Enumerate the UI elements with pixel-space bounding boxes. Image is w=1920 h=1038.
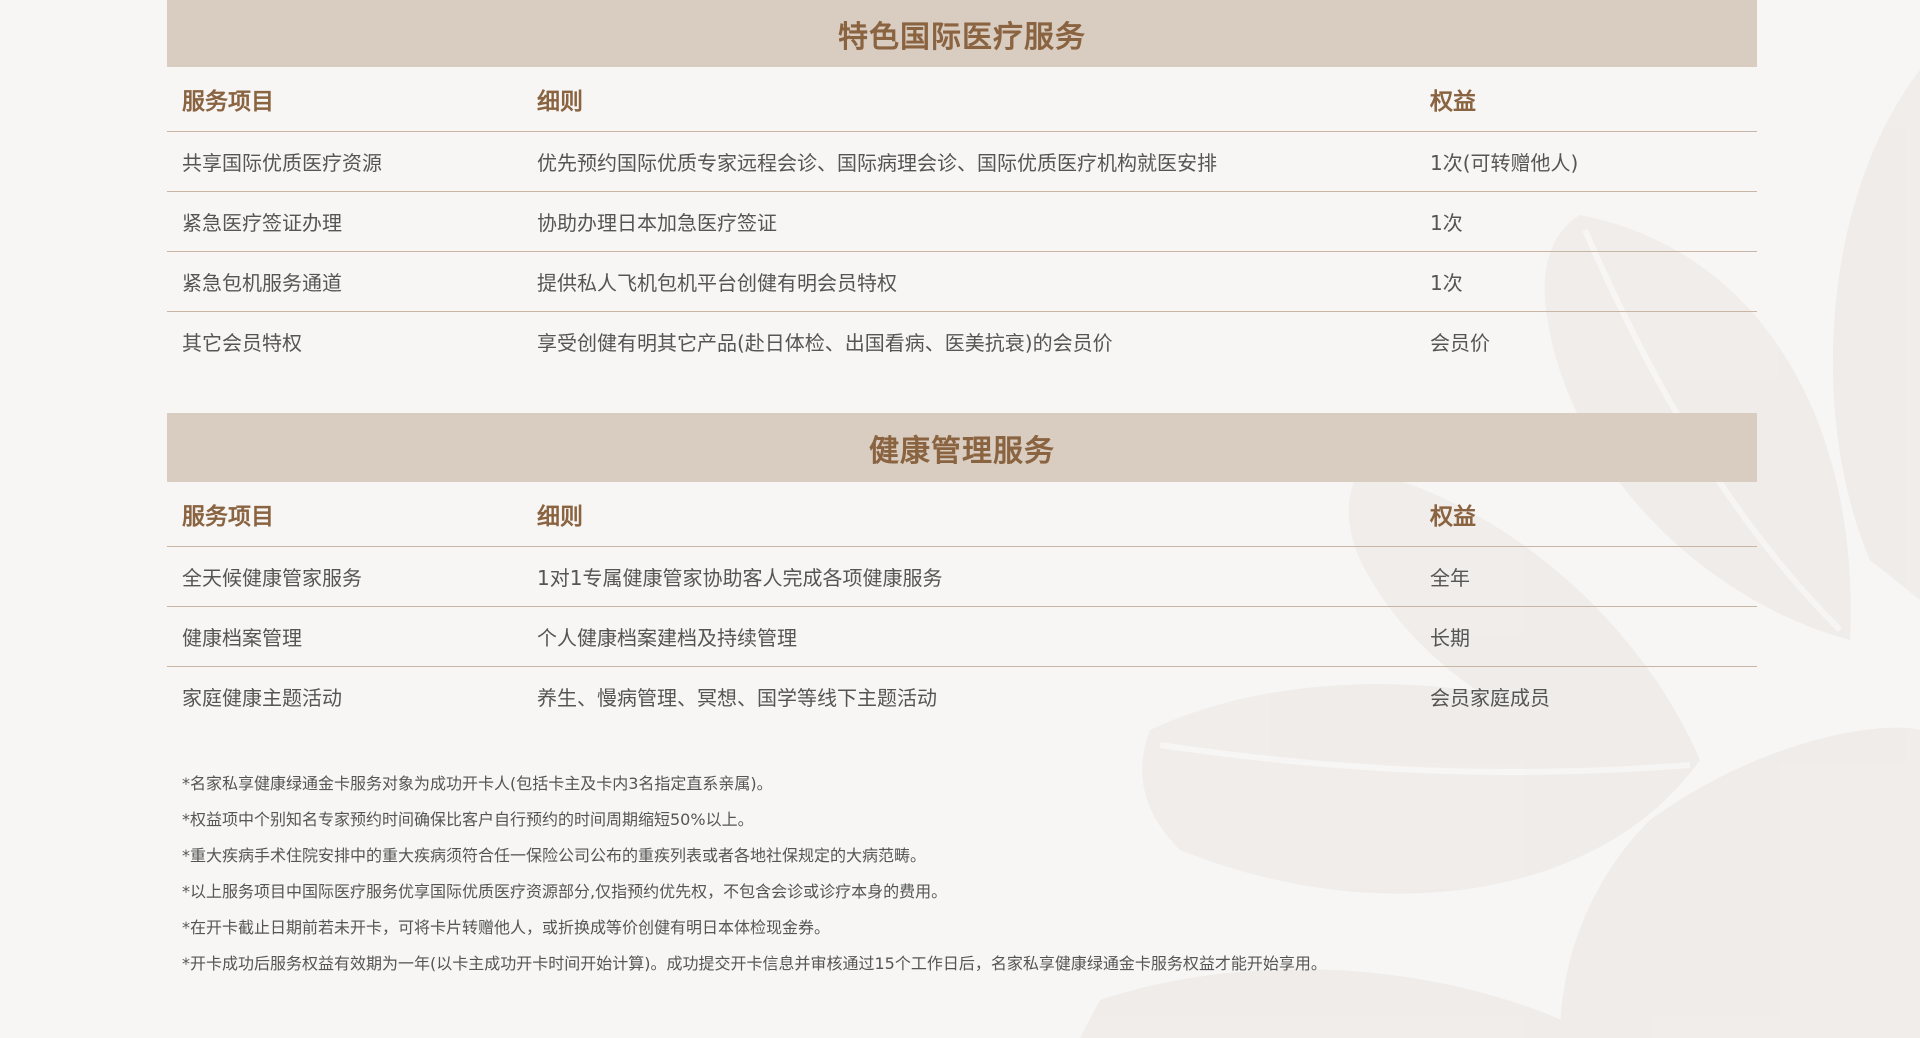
table-header-row: 服务项目 细则 权益: [167, 67, 1757, 132]
header-detail: 细则: [522, 482, 1415, 547]
cell-item: 其它会员特权: [182, 330, 302, 355]
footnote-line: *重大疾病手术住院安排中的重大疾病须符合任一保险公司公布的重疾列表或者各地社保规…: [182, 846, 927, 865]
header-benefit: 权益: [1415, 482, 1757, 547]
cell-item: 紧急医疗签证办理: [167, 191, 522, 252]
section-international-medical: 特色国际医疗服务 服务项目 细则 权益 共享国际优质医疗资源 优先预约国际优质专…: [167, 0, 1757, 371]
table-row: 共享国际优质医疗资源 优先预约国际优质专家远程会诊、国际病理会诊、国际优质医疗机…: [167, 131, 1757, 192]
cell-benefit: 会员家庭成员: [1430, 685, 1550, 710]
header-item: 服务项目: [167, 67, 522, 132]
section-title: 健康管理服务: [869, 433, 1055, 469]
cell-benefit: 1次: [1415, 251, 1757, 312]
table-header-row: 服务项目 细则 权益: [167, 482, 1757, 547]
footnote-line: *以上服务项目中国际医疗服务优享国际优质医疗资源部分,仅指预约优先权，不包含会诊…: [182, 882, 948, 901]
content: 特色国际医疗服务 服务项目 细则 权益 共享国际优质医疗资源 优先预约国际优质专…: [167, 0, 1757, 982]
table-row: 家庭健康主题活动 养生、慢病管理、冥想、国学等线下主题活动 会员家庭成员: [167, 666, 1757, 726]
service-table: 服务项目 细则 权益 全天候健康管家服务 1对1专属健康管家协助客人完成各项健康…: [167, 482, 1757, 726]
section-title-banner: 特色国际医疗服务: [167, 0, 1757, 67]
cell-detail: 协助办理日本加急医疗签证: [522, 191, 1415, 252]
page: 特色国际医疗服务 服务项目 细则 权益 共享国际优质医疗资源 优先预约国际优质专…: [0, 0, 1920, 1038]
table-row: 健康档案管理 个人健康档案建档及持续管理 长期: [167, 606, 1757, 667]
section-health-management: 健康管理服务 服务项目 细则 权益 全天候健康管家服务 1对1专属健康管家协助客…: [167, 413, 1757, 726]
cell-item: 家庭健康主题活动: [182, 685, 342, 710]
cell-detail: 优先预约国际优质专家远程会诊、国际病理会诊、国际优质医疗机构就医安排: [522, 131, 1415, 192]
cell-detail: 个人健康档案建档及持续管理: [522, 606, 1415, 667]
header-item: 服务项目: [167, 482, 522, 547]
header-benefit: 权益: [1415, 67, 1757, 132]
service-table: 服务项目 细则 权益 共享国际优质医疗资源 优先预约国际优质专家远程会诊、国际病…: [167, 67, 1757, 371]
section-title: 特色国际医疗服务: [838, 19, 1086, 55]
table-row: 其它会员特权 享受创健有明其它产品(赴日体检、出国看病、医美抗衰)的会员价 会员…: [167, 311, 1757, 371]
table-row: 紧急医疗签证办理 协助办理日本加急医疗签证 1次: [167, 191, 1757, 252]
footnote-line: *开卡成功后服务权益有效期为一年(以卡主成功开卡时间开始计算)。成功提交开卡信息…: [182, 954, 1327, 973]
header-detail: 细则: [522, 67, 1415, 132]
cell-benefit: 1次(可转赠他人): [1415, 131, 1757, 192]
cell-benefit: 全年: [1415, 546, 1757, 607]
cell-detail: 养生、慢病管理、冥想、国学等线下主题活动: [537, 685, 937, 710]
table-row: 紧急包机服务通道 提供私人飞机包机平台创健有明会员特权 1次: [167, 251, 1757, 312]
cell-benefit: 会员价: [1430, 330, 1490, 355]
cell-item: 健康档案管理: [167, 606, 522, 667]
footnote-line: *名家私享健康绿通金卡服务对象为成功开卡人(包括卡主及卡内3名指定直系亲属)。: [182, 774, 773, 793]
table-row: 全天候健康管家服务 1对1专属健康管家协助客人完成各项健康服务 全年: [167, 546, 1757, 607]
cell-benefit: 1次: [1415, 191, 1757, 252]
cell-item: 共享国际优质医疗资源: [167, 131, 522, 192]
cell-item: 紧急包机服务通道: [167, 251, 522, 312]
cell-detail: 享受创健有明其它产品(赴日体检、出国看病、医美抗衰)的会员价: [537, 330, 1113, 355]
cell-detail: 1对1专属健康管家协助客人完成各项健康服务: [522, 546, 1415, 607]
section-title-banner: 健康管理服务: [167, 413, 1757, 482]
cell-item: 全天候健康管家服务: [167, 546, 522, 607]
cell-benefit: 长期: [1415, 606, 1757, 667]
footnote-line: *权益项中个别知名专家预约时间确保比客户自行预约的时间周期缩短50%以上。: [182, 810, 754, 829]
footnote-line: *在开卡截止日期前若未开卡，可将卡片转赠他人，或折换成等价创健有明日本体检现金券…: [182, 918, 831, 937]
footnotes: *名家私享健康绿通金卡服务对象为成功开卡人(包括卡主及卡内3名指定直系亲属)。 …: [167, 766, 1757, 982]
cell-detail: 提供私人飞机包机平台创健有明会员特权: [522, 251, 1415, 312]
